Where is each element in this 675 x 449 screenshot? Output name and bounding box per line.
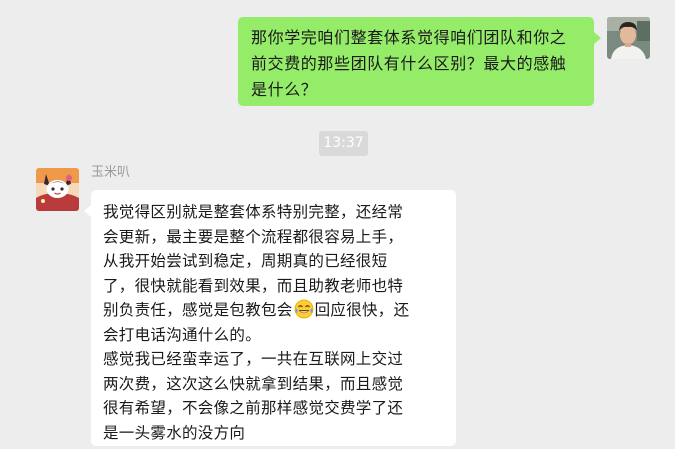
timestamp-badge: 13:37 <box>319 131 368 156</box>
message-text-line: 我觉得区别就是整套体系特别完整，还经常 <box>103 203 404 221</box>
outgoing-message-bubble[interactable]: 那你学完咱们整套体系觉得咱们团队和你之 前交费的那些团队有什么区别？最大的感触 … <box>238 17 601 106</box>
message-text-line: 两次费，这次这么快就拿到结果，而且感觉 <box>103 374 404 393</box>
message-text-line-with-emoji: 别负责任，感觉是包教包会 回应很快，还 <box>103 298 448 323</box>
message-text-segment: 别负责任，感觉是包教包会 <box>103 301 293 319</box>
message-text-line: 很有希望，不会像之前那样感觉交费学了还 <box>103 399 404 417</box>
tears-of-joy-emoji-icon <box>294 299 314 319</box>
message-text-line: 会更新，最主要是整个流程都很容易上手， <box>103 227 404 246</box>
message-text-line: 感觉我已经蛮幸运了，一共在互联网上交过 <box>103 350 404 368</box>
message-text-line: 从我开始尝试到稳定，周期真的已经很短 <box>103 252 388 270</box>
message-text-line: 是一头雾水的没方向 <box>103 423 246 442</box>
bubble-tail <box>84 205 91 217</box>
message-text-line: 那你学完咱们整套体系觉得咱们团队和你之 <box>251 28 567 47</box>
person-avatar-image <box>607 17 650 59</box>
message-text-line: 是什么？ <box>251 80 318 99</box>
message-text-segment: 回应很快，还 <box>314 301 410 319</box>
contact-avatar[interactable] <box>36 168 79 211</box>
sender-name: 玉米叭 <box>91 165 131 180</box>
cartoon-avatar-image <box>36 168 79 211</box>
self-avatar[interactable] <box>607 17 650 59</box>
message-text-line: 前交费的那些团队有什么区别？最大的感触 <box>251 54 567 73</box>
message-text-line: 了，很快就能看到效果，而且助教老师也特 <box>103 276 404 295</box>
message-text-line: 会打电话沟通什么的。 <box>103 325 262 344</box>
bubble-tail <box>594 32 601 44</box>
incoming-message-bubble[interactable]: 我觉得区别就是整套体系特别完整，还经常 会更新，最主要是整个流程都很容易上手， … <box>84 190 456 446</box>
